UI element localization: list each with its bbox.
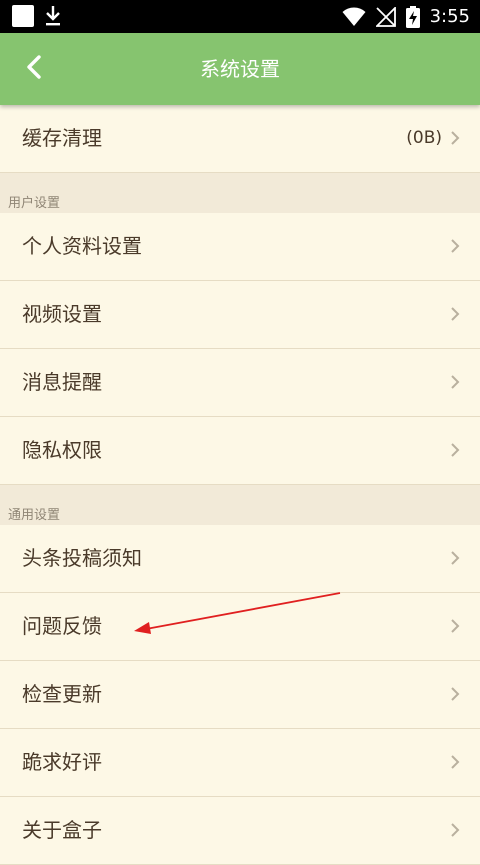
chevron-right-icon: [450, 618, 460, 638]
about-label: 关于盒子: [22, 818, 102, 842]
chevron-right-icon: [450, 754, 460, 774]
chevron-right-icon: [450, 130, 460, 150]
cache-size-value: (0B): [406, 128, 442, 148]
notification-settings-row[interactable]: 消息提醒: [0, 349, 480, 417]
section-header-user-label: 用户设置: [8, 196, 61, 211]
app-notification-icon: [12, 5, 34, 27]
video-settings-row[interactable]: 视频设置: [0, 281, 480, 349]
submission-guidelines-row[interactable]: 头条投稿须知: [0, 525, 480, 593]
section-header-general: 通用设置: [0, 485, 480, 525]
notification-settings-label: 消息提醒: [22, 370, 102, 394]
check-update-label: 检查更新: [22, 682, 102, 706]
chevron-right-icon: [450, 822, 460, 842]
video-settings-label: 视频设置: [22, 302, 102, 326]
profile-settings-label: 个人资料设置: [22, 234, 142, 258]
chevron-right-icon: [450, 550, 460, 570]
settings-list: 缓存清理 (0B) 用户设置 个人资料设置 视频设置 消息提醒 隐私权限 通用设…: [0, 105, 480, 865]
chevron-right-icon: [450, 686, 460, 706]
chevron-right-icon: [450, 442, 460, 462]
section-header-general-label: 通用设置: [8, 508, 61, 523]
feedback-row[interactable]: 问题反馈: [0, 593, 480, 661]
wifi-icon: [342, 7, 366, 27]
status-bar: 3:55: [0, 0, 480, 33]
no-signal-icon: [375, 6, 396, 27]
section-header-user: 用户设置: [0, 173, 480, 213]
privacy-permissions-label: 隐私权限: [22, 438, 102, 462]
about-row[interactable]: 关于盒子: [0, 797, 480, 865]
chevron-right-icon: [450, 306, 460, 326]
app-bar: 系统设置: [0, 33, 480, 105]
profile-settings-row[interactable]: 个人资料设置: [0, 213, 480, 281]
rate-app-row[interactable]: 跪求好评: [0, 729, 480, 797]
check-update-row[interactable]: 检查更新: [0, 661, 480, 729]
feedback-label: 问题反馈: [22, 614, 102, 638]
privacy-permissions-row[interactable]: 隐私权限: [0, 417, 480, 485]
battery-charging-icon: [405, 5, 420, 28]
cache-clear-row[interactable]: 缓存清理 (0B): [0, 105, 480, 173]
chevron-right-icon: [450, 374, 460, 394]
download-icon: [44, 5, 62, 27]
status-time: 3:55: [429, 6, 470, 27]
chevron-right-icon: [450, 238, 460, 258]
rate-app-label: 跪求好评: [22, 750, 102, 774]
submission-guidelines-label: 头条投稿须知: [22, 546, 142, 570]
cache-clear-label: 缓存清理: [22, 126, 102, 150]
page-title: 系统设置: [200, 57, 280, 81]
